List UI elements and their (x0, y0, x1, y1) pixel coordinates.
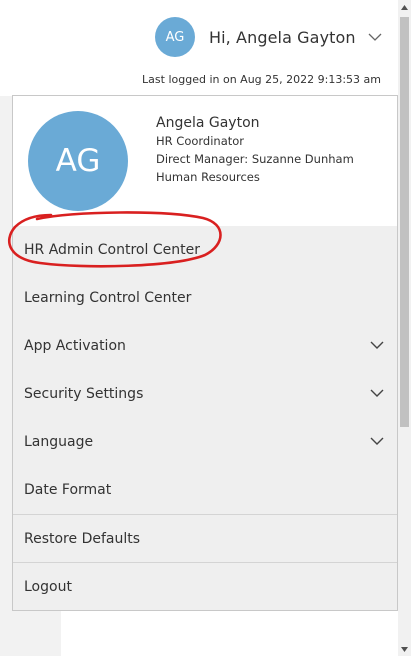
avatar: AG (155, 17, 195, 57)
menu-item-app-activation[interactable]: App Activation (13, 322, 397, 370)
profile-info: Angela Gayton HR Coordinator Direct Mana… (156, 114, 354, 186)
menu-item-restore-defaults[interactable]: Restore Defaults (13, 514, 397, 562)
profile-manager: Direct Manager: Suzanne Dunham (156, 152, 354, 166)
menu-item-hr-admin-control-center[interactable]: HR Admin Control Center (7, 211, 397, 274)
chevron-down-icon (370, 341, 384, 349)
user-menu-toggle[interactable]: AG Hi, Angela Gayton (155, 17, 382, 57)
profile-title: HR Coordinator (156, 134, 245, 148)
profile-department: Human Resources (156, 170, 260, 184)
scroll-up-arrow-icon[interactable] (398, 0, 411, 14)
menu-item-language[interactable]: Language (13, 418, 397, 466)
menu-item-label: Learning Control Center (24, 290, 192, 306)
menu-item-logout[interactable]: Logout (13, 562, 397, 610)
vertical-scrollbar[interactable] (398, 0, 411, 656)
menu-item-label: Logout (24, 578, 72, 595)
menu-item-label: HR Admin Control Center (24, 242, 200, 258)
chevron-down-icon (370, 389, 384, 397)
menu-item-label: Security Settings (24, 386, 144, 402)
chevron-down-icon (370, 437, 384, 445)
top-header: AG Hi, Angela Gayton Last logged in on A… (0, 0, 398, 96)
user-dropdown-panel: AG Angela Gayton HR Coordinator Direct M… (7, 95, 398, 611)
chevron-down-icon[interactable] (368, 30, 382, 44)
background-strip (13, 611, 61, 656)
menu-item-learning-control-center[interactable]: Learning Control Center (13, 274, 397, 322)
scroll-down-arrow-icon[interactable] (398, 642, 411, 656)
profile-avatar: AG (28, 111, 128, 211)
user-menu: HR Admin Control Center Learning Control… (7, 211, 397, 610)
last-logged-in: Last logged in on Aug 25, 2022 9:13:53 a… (142, 73, 381, 86)
greeting-text: Hi, Angela Gayton (209, 27, 356, 47)
menu-item-label: Date Format (24, 482, 112, 498)
menu-item-label: Language (24, 434, 94, 450)
page: AG Hi, Angela Gayton Last logged in on A… (0, 0, 411, 656)
menu-item-label: Restore Defaults (24, 530, 141, 547)
profile-card: AG Angela Gayton HR Coordinator Direct M… (13, 96, 397, 226)
menu-item-label: App Activation (24, 338, 126, 354)
profile-name: Angela Gayton (156, 115, 260, 131)
menu-item-security-settings[interactable]: Security Settings (13, 370, 397, 418)
scrollbar-thumb[interactable] (400, 17, 409, 427)
menu-item-date-format[interactable]: Date Format (13, 466, 397, 514)
